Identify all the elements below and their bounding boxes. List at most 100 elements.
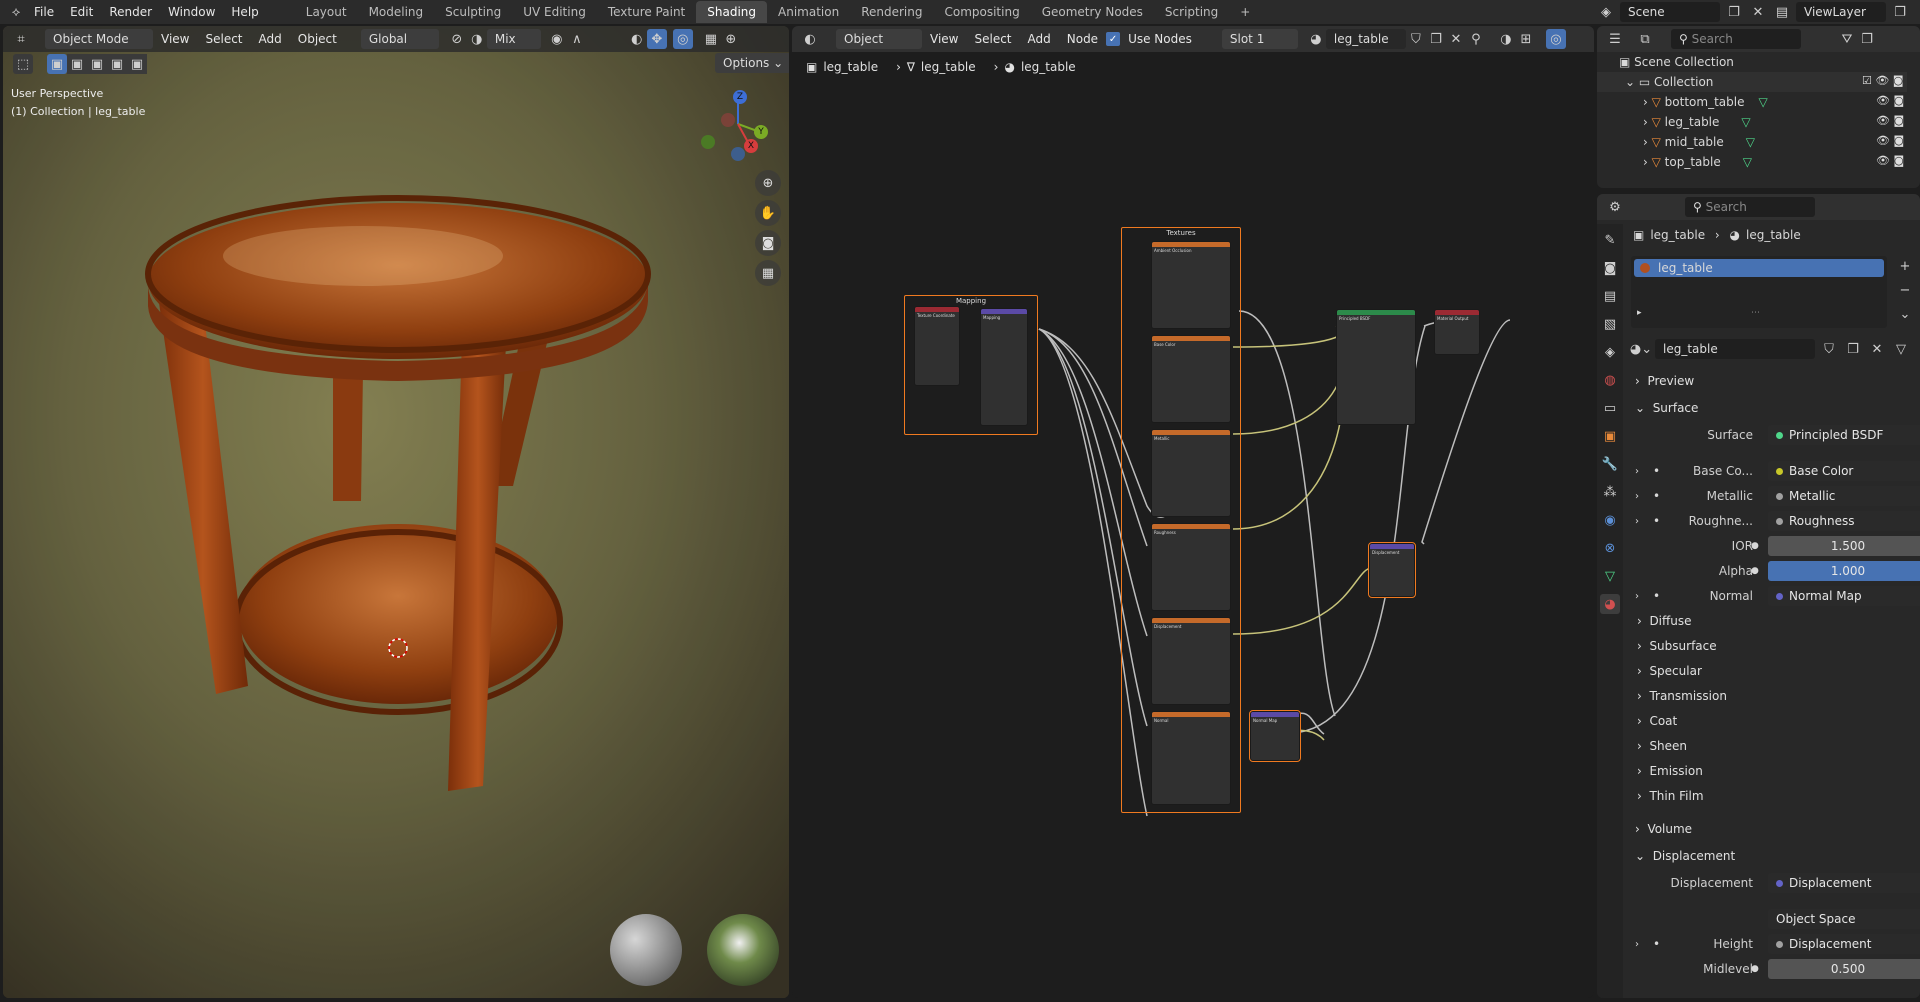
tool-tab-icon[interactable]: ✎	[1600, 230, 1620, 250]
tab-scripting[interactable]: Scripting	[1154, 1, 1229, 23]
tab-sculpting[interactable]: Sculpting	[434, 1, 512, 23]
tab-uv-editing[interactable]: UV Editing	[512, 1, 597, 23]
tab-rendering[interactable]: Rendering	[850, 1, 933, 23]
browse-material-icon[interactable]: ◕⌄	[1630, 339, 1652, 359]
material-output-node[interactable]: Material Output	[1434, 309, 1480, 355]
material-id-field[interactable]: leg_table	[1655, 339, 1815, 359]
surface-panel-header[interactable]: ⌄ Surface	[1623, 397, 1920, 419]
constraints-tab-icon[interactable]: ⊗	[1600, 538, 1620, 558]
gizmo-y-axis[interactable]: Y	[754, 125, 768, 139]
collection-checkbox-icon[interactable]: ☑ 👁 ◙	[1862, 74, 1904, 88]
fake-user-shield-icon[interactable]: ⛉	[1819, 339, 1839, 359]
select-mode-intersect-icon[interactable]: ▣	[127, 54, 147, 74]
properties-type-icon[interactable]: ⚙	[1605, 197, 1625, 217]
material-slot-list[interactable]: leg_table ▸ ⋯	[1631, 256, 1887, 328]
displacement-space-dropdown[interactable]: Object Space⌄	[1768, 909, 1920, 929]
outliner-collection[interactable]: ⌄ ▭ Collection	[1597, 72, 1907, 92]
mesh-data-icon[interactable]: ▽	[1758, 95, 1767, 109]
view-layer-tab-icon[interactable]: ▧	[1600, 314, 1620, 334]
add-slot-icon[interactable]: +	[1895, 256, 1915, 276]
chevron-right-icon[interactable]: ›	[1635, 591, 1639, 602]
duplicate-material-icon[interactable]: ❐	[1843, 339, 1863, 359]
particles-tab-icon[interactable]: ⁂	[1600, 482, 1620, 502]
preview-panel-header[interactable]: › Preview	[1623, 370, 1920, 392]
falloff-icon[interactable]: ∧	[567, 29, 587, 49]
select-mode-difference-icon[interactable]: ▣	[107, 54, 127, 74]
outliner-item-leg-table[interactable]: › ▽ leg_table ▽	[1597, 112, 1907, 132]
alpha-input[interactable]: 1.000	[1768, 561, 1920, 581]
select-mode-new-icon[interactable]: ▣	[47, 54, 67, 74]
displacement-texture-node[interactable]: Displacement	[1151, 617, 1231, 705]
pan-hand-icon[interactable]: ✋	[755, 200, 781, 226]
blender-logo-icon[interactable]: ⟡	[6, 2, 26, 22]
mesh-data-icon[interactable]: ▽	[1743, 155, 1752, 169]
outliner-search-field[interactable]: ⚲ Search	[1671, 29, 1801, 49]
xray-icon[interactable]: ▦	[701, 29, 721, 49]
remove-slot-icon[interactable]: −	[1895, 280, 1915, 300]
displacement-panel-header[interactable]: ⌄ Displacement	[1623, 845, 1920, 867]
outliner-type-icon[interactable]: ☰	[1605, 29, 1625, 49]
menu-help[interactable]: Help	[223, 5, 266, 19]
emission-subpanel[interactable]: › Emission	[1623, 760, 1920, 782]
outliner-scene-collection[interactable]: ▣ Scene Collection	[1597, 52, 1907, 72]
volume-panel-header[interactable]: › Volume	[1623, 818, 1920, 840]
outliner-item-bottom-table[interactable]: › ▽ bottom_table ▽	[1597, 92, 1907, 112]
resize-handle-icon[interactable]: ⋯	[1751, 308, 1760, 318]
material-slot-item[interactable]: leg_table	[1634, 259, 1884, 277]
texture-coordinate-node[interactable]: Texture Coordinate	[914, 306, 960, 386]
ortho-grid-icon[interactable]: ▦	[755, 260, 781, 286]
outliner-item-top-table[interactable]: › ▽ top_table ▽	[1597, 152, 1907, 172]
height-link-field[interactable]: Displacement	[1768, 934, 1920, 954]
viewport-visibility-icon[interactable]: ◐	[627, 29, 647, 49]
tab-geometry-nodes[interactable]: Geometry Nodes	[1031, 1, 1154, 23]
ior-input[interactable]: 1.500	[1768, 536, 1920, 556]
camera-view-icon[interactable]: ◙	[755, 230, 781, 256]
snap-icon[interactable]: ◑	[467, 29, 487, 49]
diffuse-subpanel[interactable]: › Diffuse	[1623, 610, 1920, 632]
outliner-item-mid-table[interactable]: › ▽ mid_table ▽	[1597, 132, 1907, 152]
outliner[interactable]: ☰ ⧉ ⚲ Search ⛛ ❐ ▣ Scene Collection ⌄ ▭ …	[1597, 26, 1920, 188]
normal-texture-node[interactable]: Normal	[1151, 711, 1231, 805]
world-tab-icon[interactable]: ◍	[1600, 370, 1620, 390]
visibility-eye-icon[interactable]: 👁 ◙	[1862, 114, 1904, 128]
properties-editor[interactable]: ⚙ ⚲ Search ✎ ◙ ▤ ▧ ◈ ◍ ▭ ▣ 🔧 ⁂ ◉ ⊗ ▽ ◕ ▣…	[1597, 194, 1920, 998]
view-layer-icon[interactable]: ▤	[1772, 2, 1792, 22]
display-mode-icon[interactable]: ⧉	[1635, 29, 1655, 49]
expand-slot-icon[interactable]: ▸	[1637, 308, 1642, 318]
select-mode-extend-icon[interactable]: ▣	[67, 54, 87, 74]
displacement-link-field[interactable]: Displacement	[1768, 873, 1920, 893]
viewport-3d[interactable]: ⌗ Object Mode View Select Add Object Glo…	[3, 26, 789, 998]
chevron-right-icon[interactable]: ›	[1635, 491, 1639, 502]
options-dropdown[interactable]: Options ⌄	[715, 53, 789, 73]
chevron-right-icon[interactable]: ›	[1635, 516, 1639, 527]
gizmo-x-axis[interactable]: X	[744, 139, 758, 153]
link-mesh-icon[interactable]: ▽	[1891, 339, 1911, 359]
tab-shading[interactable]: Shading	[696, 1, 767, 23]
proportional-edit-icon[interactable]: ◉	[547, 29, 567, 49]
mapping-node[interactable]: Mapping	[980, 308, 1028, 426]
gizmo-toggle-icon[interactable]: ✥	[646, 29, 667, 49]
sheen-subpanel[interactable]: › Sheen	[1623, 735, 1920, 757]
socket-dot-icon[interactable]: ●	[1751, 964, 1759, 974]
render-tab-icon[interactable]: ◙	[1600, 258, 1620, 278]
chevron-right-icon[interactable]: ›	[1635, 939, 1639, 950]
normal-map-node[interactable]: Normal Map	[1249, 710, 1301, 762]
tab-texture-paint[interactable]: Texture Paint	[597, 1, 696, 23]
gizmo-z-axis[interactable]: Z	[733, 90, 747, 104]
viewport-menu-select[interactable]: Select	[197, 32, 250, 46]
tab-compositing[interactable]: Compositing	[933, 1, 1030, 23]
viewport-scene[interactable]	[3, 26, 789, 998]
slot-specials-icon[interactable]: ⌄	[1895, 304, 1915, 324]
viewport-menu-object[interactable]: Object	[290, 32, 345, 46]
metallic-texture-node[interactable]: Metallic	[1151, 429, 1231, 517]
subsurface-subpanel[interactable]: › Subsurface	[1623, 635, 1920, 657]
tab-layout[interactable]: Layout	[295, 1, 358, 23]
menu-file[interactable]: File	[26, 5, 62, 19]
menu-edit[interactable]: Edit	[62, 5, 101, 19]
visibility-eye-icon[interactable]: 👁 ◙	[1862, 94, 1904, 108]
add-workspace-button[interactable]: +	[1229, 1, 1261, 23]
scene-icon[interactable]: ◈	[1596, 2, 1616, 22]
mesh-data-icon[interactable]: ▽	[1741, 115, 1750, 129]
object-tab-icon[interactable]: ▣	[1600, 426, 1620, 446]
coat-subpanel[interactable]: › Coat	[1623, 710, 1920, 732]
